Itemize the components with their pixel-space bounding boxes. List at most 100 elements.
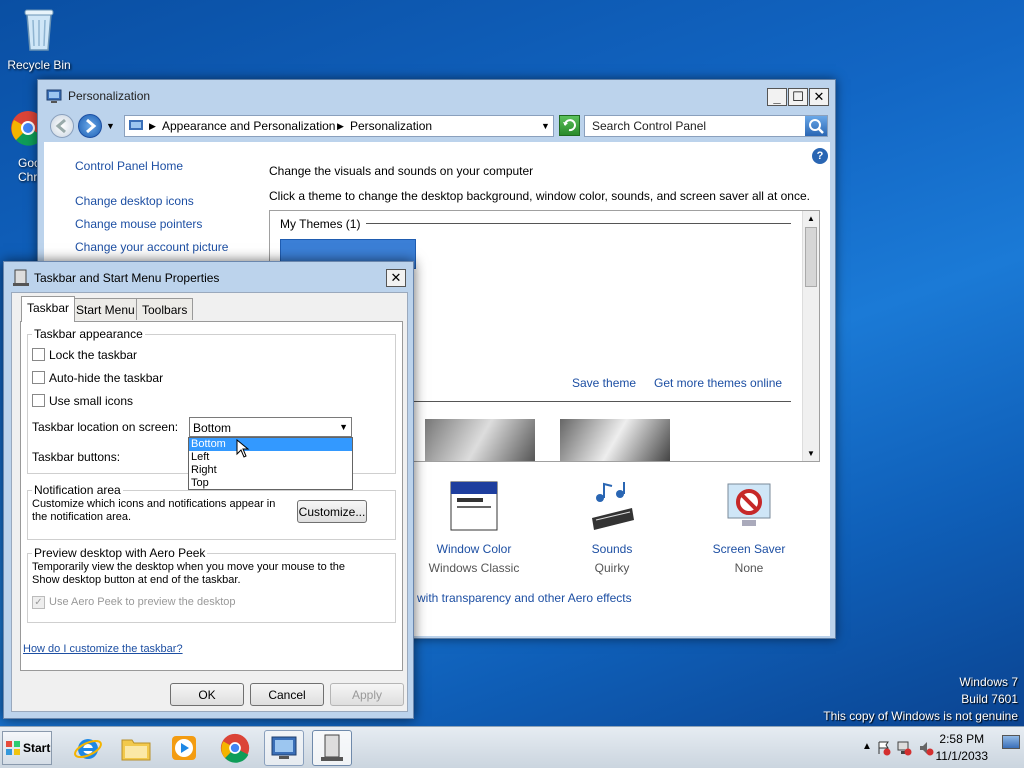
tab-taskbar[interactable]: Taskbar <box>21 296 76 322</box>
control-panel-home-link[interactable]: Control Panel Home <box>75 159 183 173</box>
change-mouse-pointers-link[interactable]: Change mouse pointers <box>75 217 202 231</box>
scroll-up-icon[interactable]: ▲ <box>803 211 819 226</box>
network-icon[interactable] <box>896 740 912 756</box>
scroll-down-icon[interactable]: ▼ <box>803 446 819 461</box>
volume-icon[interactable] <box>918 740 934 756</box>
clock-time: 2:58 PM <box>939 732 985 746</box>
location-select[interactable]: Bottom ▼ <box>189 417 352 437</box>
start-button[interactable]: Start <box>2 731 52 765</box>
lock-taskbar-label: Lock the taskbar <box>49 348 138 362</box>
taskbar-properties-icon <box>321 734 343 761</box>
tray-clock[interactable]: 2:58 PM 11/1/2033 <box>936 732 989 763</box>
forward-arrow-icon <box>86 118 97 134</box>
breadcrumb-personalization[interactable]: Personalization <box>350 119 432 133</box>
internet-explorer-icon <box>74 739 102 759</box>
aero-peek-label: Use Aero Peek to preview the desktop <box>49 596 236 608</box>
recent-pages-dropdown[interactable]: ▼ <box>106 121 115 131</box>
show-desktop-button[interactable] <box>1002 735 1020 749</box>
save-theme-link[interactable]: Save theme <box>572 376 636 390</box>
back-button[interactable] <box>50 114 74 138</box>
taskbar-ie-button[interactable] <box>68 730 108 766</box>
breadcrumb-separator-icon[interactable]: ▶ <box>149 121 156 132</box>
windows-version-line1: Windows 7 <box>959 675 1018 689</box>
breadcrumb-appearance[interactable]: Appearance and Personalization <box>162 119 335 133</box>
cancel-button[interactable]: Cancel <box>250 683 324 706</box>
minimize-button[interactable]: _ <box>767 88 787 106</box>
window-title: Personalization <box>68 89 151 103</box>
tray-expand-icon[interactable]: ▲ <box>862 741 872 752</box>
search-box[interactable]: Search Control Panel <box>584 115 828 137</box>
search-icon <box>809 119 824 134</box>
window-color-icon <box>450 481 498 531</box>
recycle-bin-icon <box>24 9 54 51</box>
theme-thumbnail-3[interactable] <box>560 419 670 461</box>
address-bar[interactable]: ▶ Appearance and Personalization ▶ Perso… <box>124 115 554 137</box>
tab-toolbars[interactable]: Toolbars <box>136 298 194 320</box>
breadcrumb-separator-icon[interactable]: ▶ <box>337 121 344 132</box>
windows-logo-icon <box>6 741 20 755</box>
tab-start-menu[interactable]: Start Menu <box>70 298 141 320</box>
notification-text: Customize which icons and notifications … <box>32 498 276 523</box>
aero-effects-link[interactable]: with transparency and other Aero effects <box>417 591 632 605</box>
taskbar-media-player-button[interactable] <box>164 730 204 766</box>
window-color-value: Windows Classic <box>428 561 520 575</box>
recycle-bin-label: Recycle Bin <box>7 58 71 72</box>
screen-saver-item[interactable]: Screen Saver None <box>694 480 804 575</box>
forward-button[interactable] <box>78 114 102 138</box>
chevron-down-icon[interactable]: ▼ <box>339 422 348 432</box>
sounds-item[interactable]: Sounds Quirky <box>557 480 667 575</box>
location-option-left[interactable]: Left <box>189 451 352 464</box>
themes-scrollbar[interactable]: ▲ ▼ <box>802 211 819 461</box>
window-color-label: Window Color <box>436 542 512 556</box>
taskbar-properties-icon <box>13 269 29 286</box>
taskbar-control-panel-button[interactable] <box>264 730 304 766</box>
recycle-bin-shortcut[interactable]: Recycle Bin <box>4 6 74 72</box>
scroll-thumb[interactable] <box>805 227 817 287</box>
maximize-button[interactable]: ☐ <box>788 88 808 106</box>
taskbar-explorer-button[interactable] <box>116 730 156 766</box>
chrome-icon <box>220 733 250 763</box>
location-dropdown-list[interactable]: Bottom Left Right Top <box>188 437 353 490</box>
help-customize-link[interactable]: How do I customize the taskbar? <box>23 643 183 655</box>
page-subheading: Click a theme to change the desktop back… <box>269 189 810 203</box>
theme-thumbnail-2[interactable] <box>425 419 535 461</box>
small-icons-checkbox[interactable] <box>32 394 45 407</box>
appearance-group-title: Taskbar appearance <box>32 327 145 341</box>
apply-button: Apply <box>330 683 404 706</box>
customize-button[interactable]: Customize... <box>297 500 367 523</box>
location-option-top[interactable]: Top <box>189 477 352 490</box>
my-themes-divider <box>366 223 791 224</box>
change-desktop-icons-link[interactable]: Change desktop icons <box>75 194 194 208</box>
taskbar-chrome-button[interactable] <box>215 730 255 766</box>
refresh-icon <box>563 119 576 132</box>
location-option-right[interactable]: Right <box>189 464 352 477</box>
address-dropdown-icon[interactable]: ▼ <box>541 121 550 131</box>
refresh-button[interactable] <box>559 115 580 136</box>
media-player-icon <box>172 736 196 760</box>
location-option-bottom[interactable]: Bottom <box>189 438 352 451</box>
dialog-close-button[interactable]: ✕ <box>386 269 406 287</box>
personalization-titlebar[interactable]: Personalization _ ☐ ✕ <box>38 80 835 112</box>
mouse-cursor-icon <box>236 439 250 458</box>
clock-date: 11/1/2033 <box>935 749 989 763</box>
change-account-picture-link[interactable]: Change your account picture <box>75 240 228 254</box>
window-color-item[interactable]: Window Color Windows Classic <box>419 480 529 575</box>
get-more-themes-link[interactable]: Get more themes online <box>654 376 782 390</box>
page-heading: Change the visuals and sounds on your co… <box>269 164 534 178</box>
search-button[interactable] <box>805 116 827 136</box>
close-button[interactable]: ✕ <box>809 88 829 106</box>
dialog-body: Taskbar Start Menu Toolbars Taskbar appe… <box>11 292 408 712</box>
help-button[interactable]: ? <box>812 148 828 164</box>
taskbar-properties-button[interactable] <box>312 730 352 766</box>
ok-button[interactable]: OK <box>170 683 244 706</box>
address-cp-icon <box>129 120 143 130</box>
location-select-value: Bottom <box>193 421 232 435</box>
folder-icon <box>121 739 151 761</box>
autohide-label: Auto-hide the taskbar <box>49 371 164 385</box>
search-input[interactable]: Search Control Panel <box>592 119 706 133</box>
autohide-checkbox[interactable] <box>32 371 45 384</box>
navigation-bar: ▼ ▶ Appearance and Personalization ▶ Per… <box>44 112 830 140</box>
action-center-icon[interactable] <box>876 740 892 756</box>
small-icons-label: Use small icons <box>49 394 134 408</box>
lock-taskbar-checkbox[interactable] <box>32 348 45 361</box>
